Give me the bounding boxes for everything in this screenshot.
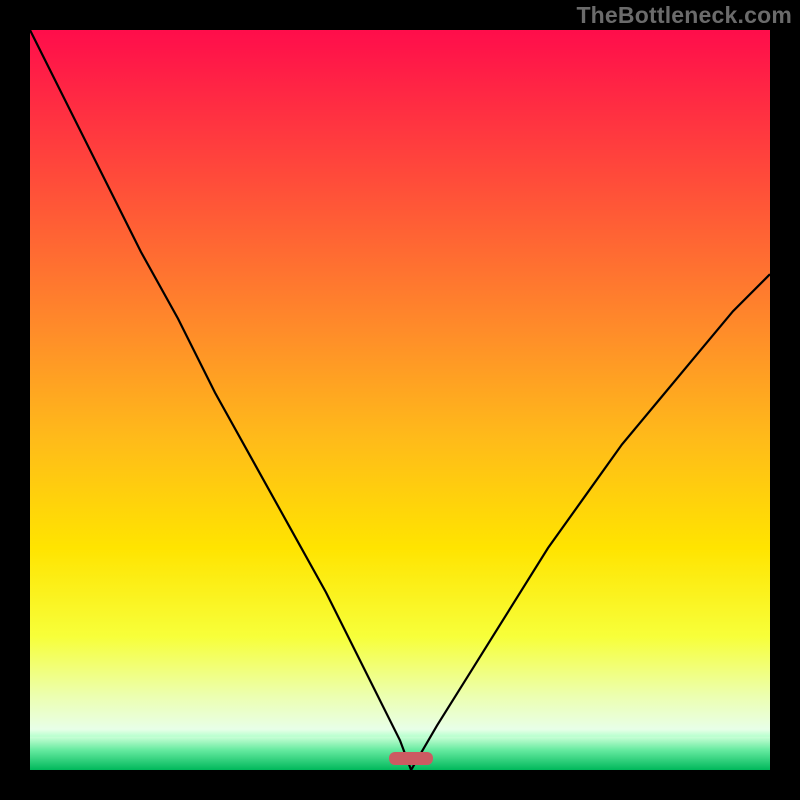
target-marker (389, 752, 433, 765)
watermark-text: TheBottleneck.com (576, 2, 792, 29)
bottleneck-gradient-bg (30, 30, 770, 770)
plot-area (30, 30, 770, 770)
